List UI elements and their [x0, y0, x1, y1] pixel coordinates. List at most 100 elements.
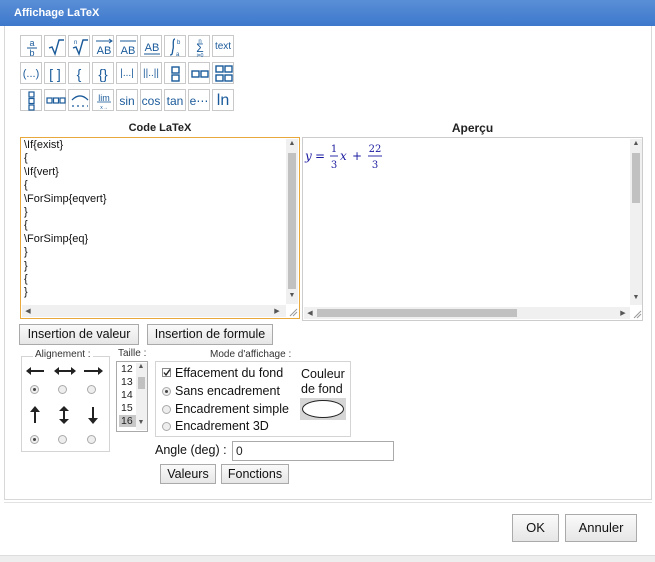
scroll-up-arrow-icon[interactable]: ▲ — [631, 140, 641, 147]
preview-hscroll-thumb[interactable] — [317, 309, 517, 317]
parentheses-button[interactable]: (...) — [20, 62, 42, 84]
scroll-left-arrow-icon[interactable]: ◀ — [305, 309, 315, 317]
svg-text:AB: AB — [97, 45, 112, 57]
resize-grip-icon[interactable] — [632, 309, 642, 319]
sum-button[interactable]: n Σi=0 — [188, 35, 210, 58]
list-item[interactable]: 12 — [119, 363, 136, 375]
check-icon — [163, 369, 171, 377]
limit-button[interactable]: lim x→ — [92, 89, 114, 111]
svg-text:a: a — [29, 38, 34, 48]
list-item[interactable]: 15 — [119, 402, 136, 414]
svg-text:b: b — [29, 48, 34, 58]
matrix-1x3-button[interactable] — [44, 89, 66, 111]
scroll-right-arrow-icon[interactable]: ▶ — [618, 309, 628, 317]
matrix-2x1-button[interactable] — [164, 62, 186, 84]
scroll-left-arrow-icon[interactable]: ◀ — [23, 307, 33, 315]
align-bottom-left-radio[interactable] — [30, 435, 39, 444]
nth-root-button[interactable]: n — [68, 35, 90, 57]
background-color-swatch[interactable] — [300, 398, 346, 420]
code-line: } — [24, 246, 28, 259]
vector-button[interactable]: AB — [92, 35, 114, 57]
code-scroll-thumb[interactable] — [288, 153, 296, 289]
scroll-down-arrow-icon[interactable]: ▼ — [287, 292, 297, 299]
alignment-legend: Alignement : — [33, 349, 93, 360]
braces-button[interactable]: {} — [92, 62, 114, 84]
integral-button[interactable]: ba — [164, 35, 186, 58]
code-line: { — [24, 219, 28, 232]
list-item[interactable]: 14 — [119, 389, 136, 401]
scroll-up-arrow-icon[interactable]: ▲ — [136, 363, 146, 370]
fraction-button[interactable]: ab — [20, 35, 42, 58]
align-bottom-right-radio[interactable] — [87, 435, 96, 444]
cancel-button[interactable]: Annuler — [565, 514, 637, 542]
left-brace-button[interactable]: { — [68, 62, 90, 84]
scroll-up-arrow-icon[interactable]: ▲ — [287, 140, 297, 147]
size-scrollbar[interactable]: ▲ ▼ — [136, 363, 147, 430]
ok-button[interactable]: OK — [512, 514, 559, 542]
functions-button[interactable]: Fonctions — [221, 464, 289, 484]
resize-grip-icon[interactable] — [288, 307, 298, 317]
no-frame-radio[interactable] — [162, 387, 171, 396]
display-mode-legend: Mode d'affichage : — [208, 349, 294, 360]
window-title-bar: Affichage LaTeX — [0, 0, 655, 26]
list-item[interactable]: 13 — [119, 376, 136, 388]
scroll-down-arrow-icon[interactable]: ▼ — [136, 419, 146, 426]
frame-3d-label: Encadrement 3D — [175, 419, 269, 433]
matrix-1x2-button[interactable] — [188, 62, 210, 84]
svg-text:n: n — [74, 40, 77, 46]
brackets-button[interactable]: [ ] — [44, 62, 66, 84]
text-button[interactable]: text — [212, 35, 234, 57]
code-line: } — [24, 259, 28, 272]
norm-button[interactable]: ||..|| — [140, 62, 162, 84]
overline-button[interactable]: AB — [116, 35, 138, 57]
size-listbox[interactable]: 12 13 14 15 16 ▲ ▼ — [116, 361, 148, 432]
code-line: \If{exist} — [24, 139, 64, 151]
clear-background-label: Effacement du fond — [175, 366, 284, 380]
absolute-value-button[interactable]: |...| — [116, 62, 138, 84]
align-bottom-center-radio[interactable] — [58, 435, 67, 444]
sqrt-button[interactable] — [44, 35, 66, 57]
scroll-right-arrow-icon[interactable]: ▶ — [272, 307, 282, 315]
align-top-left-radio[interactable] — [30, 385, 39, 394]
simple-frame-radio[interactable] — [162, 405, 171, 414]
tan-button[interactable]: tan — [164, 89, 186, 111]
code-line: \If{vert} — [24, 165, 59, 178]
preview-horizontal-scrollbar[interactable]: ◀ ▶ — [304, 307, 630, 319]
formula-den2: 3 — [372, 160, 378, 171]
ln-button[interactable]: ln — [212, 89, 234, 111]
formula-var: x — [340, 149, 347, 163]
code-line: } — [24, 286, 28, 299]
clear-background-checkbox[interactable] — [162, 368, 171, 377]
formula-equals: = — [315, 149, 325, 163]
code-horizontal-scrollbar[interactable]: ◀ ▶ — [22, 305, 286, 317]
angle-input[interactable]: 0 — [232, 441, 394, 461]
formula-num1: 1 — [331, 144, 337, 155]
preview-scroll-thumb[interactable] — [632, 153, 640, 203]
background-color-label-1: Couleur — [301, 367, 345, 381]
values-button[interactable]: Valeurs — [160, 464, 216, 484]
matrix-3x1-button[interactable] — [20, 89, 42, 111]
svg-text:i=0: i=0 — [197, 53, 204, 58]
size-scroll-thumb[interactable] — [138, 377, 145, 389]
insert-value-button[interactable]: Insertion de valeur — [19, 324, 139, 345]
align-top-right-radio[interactable] — [87, 385, 96, 394]
align-top-center-radio[interactable] — [58, 385, 67, 394]
cos-button[interactable]: cos — [140, 89, 162, 111]
svg-text:a: a — [176, 52, 180, 58]
sin-button[interactable]: sin — [116, 89, 138, 111]
formula-lhs: y — [304, 149, 312, 163]
latex-code-editor[interactable]: \If{exist} { \If{vert} { \ForSimp{eqvert… — [20, 137, 300, 319]
arc-button[interactable] — [68, 89, 90, 111]
underline-button[interactable]: AB — [140, 35, 162, 57]
preview-vertical-scrollbar[interactable]: ▲ ▼ — [630, 139, 642, 305]
exp-button[interactable]: e⋯ — [188, 89, 210, 111]
code-lines: \If{exist} { \If{vert} { \ForSimp{eqvert… — [24, 139, 107, 300]
list-item-selected[interactable]: 16 — [119, 415, 136, 427]
code-vertical-scrollbar[interactable]: ▲ ▼ — [286, 139, 298, 304]
formula-render: y = 1 3 x + 22 3 — [304, 144, 382, 171]
insert-formula-button[interactable]: Insertion de formule — [147, 324, 273, 345]
matrix-2x2-button[interactable] — [212, 62, 234, 84]
frame-3d-radio[interactable] — [162, 422, 171, 431]
scroll-down-arrow-icon[interactable]: ▼ — [631, 294, 641, 301]
svg-text:AB: AB — [121, 45, 136, 57]
